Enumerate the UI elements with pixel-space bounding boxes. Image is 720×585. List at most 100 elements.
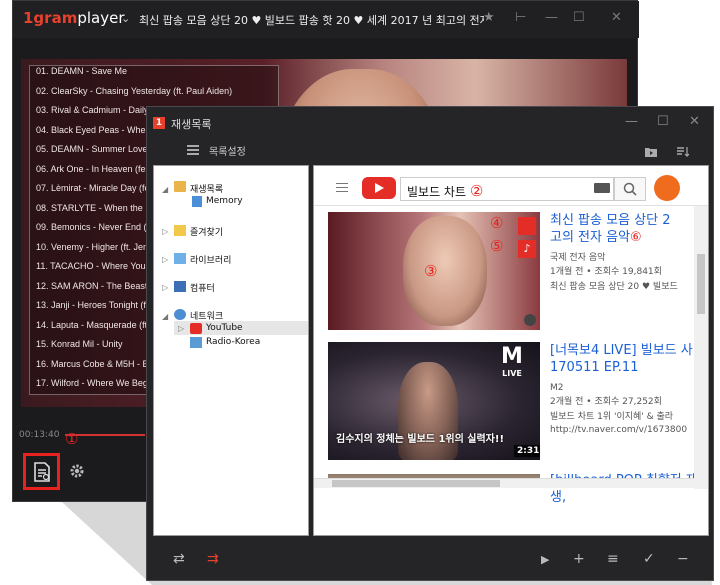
video-thumbnail[interactable]: ③ ④ ⑤ ♪ xyxy=(328,212,540,330)
app-logo: 1gramplayer xyxy=(23,9,124,27)
music-note-icon[interactable]: ♪ xyxy=(518,240,536,258)
star-icon[interactable]: ★ xyxy=(483,10,495,25)
expand-arrow-icon[interactable]: ▷ xyxy=(162,255,168,264)
network-icon xyxy=(174,309,186,320)
playlist-toolbar: 목록설정 xyxy=(147,139,713,165)
now-playing-title: 최신 팝송 모음 상단 20 ♥ 빌보드 팝송 핫 20 ♥ 세계 2017 년… xyxy=(139,14,484,27)
video-caption: 김수지의 정체는 빌보드 1위의 실력자!! xyxy=(336,434,505,445)
horizontal-scrollbar[interactable] xyxy=(314,478,694,488)
folder-play-icon[interactable] xyxy=(645,147,657,157)
check-icon[interactable]: ✓ xyxy=(643,551,655,567)
track-item[interactable]: 02. ClearSky - Chasing Yesterday (ft. Pa… xyxy=(30,86,278,106)
minimize-icon[interactable]: — xyxy=(625,114,638,129)
video-stats: 2개월 전 • 조회수 27,252회 xyxy=(550,397,662,407)
tree-item-memory[interactable]: Memory xyxy=(206,196,243,206)
search-input[interactable]: 빌보드 차트 ② xyxy=(400,177,614,201)
singer-image xyxy=(398,362,458,460)
hamburger-menu-icon[interactable] xyxy=(336,183,348,195)
video-title-line1: 최신 팝송 모음 상단 2 xyxy=(550,213,671,228)
logo-text-1gram: 1gram xyxy=(23,9,78,27)
repeat-icon[interactable]: ⇄ xyxy=(173,551,185,567)
remove-icon[interactable]: − xyxy=(677,551,689,567)
play-icon[interactable]: ▶ xyxy=(541,553,549,566)
tree-item-playlist[interactable]: 재생목록 xyxy=(190,182,223,195)
logo-text-player: player xyxy=(77,9,125,27)
memory-icon xyxy=(192,196,202,207)
horizontal-scroll-thumb[interactable] xyxy=(332,480,500,487)
playlist-folder-icon xyxy=(174,181,186,192)
maximize-icon[interactable]: ☐ xyxy=(573,10,585,25)
annotation-6: ⑥ xyxy=(630,230,642,245)
video-stats: 1개월 전 • 조회수 19,841회 xyxy=(550,267,662,277)
settings-button[interactable] xyxy=(68,462,88,482)
annotation-4: ④ xyxy=(490,214,504,232)
vertical-scroll-thumb[interactable] xyxy=(697,254,705,314)
video-title-line2: 고의 전자 음악 xyxy=(550,230,631,245)
channel-name[interactable]: M2 xyxy=(550,382,708,395)
video-description: 빌보드 차트 1위 '이지혜' & 출라 xyxy=(550,412,674,422)
maximize-icon[interactable]: ☐ xyxy=(657,114,669,129)
video-duration: 2:31 xyxy=(514,445,540,457)
annotation-3: ③ xyxy=(424,262,438,280)
list-settings-icon[interactable] xyxy=(187,145,199,155)
shuffle-icon[interactable]: ⇉ xyxy=(207,551,219,567)
player-titlebar[interactable]: 1gramplayer ⌄ 최신 팝송 모음 상단 20 ♥ 빌보드 팝송 핫 … xyxy=(13,1,639,38)
playlist-footer: ⇄ ⇉ ▶ + ≡ ✓ − xyxy=(147,537,713,581)
playlist-window: 1 재생목록 — ☐ ✕ 목록설정 ◢ 재생목록 Memory ▷ 즐겨찾기 ▷… xyxy=(146,106,714,581)
tree-item-favorites[interactable]: 즐겨찾기 xyxy=(190,225,223,238)
minimize-icon[interactable]: — xyxy=(545,10,558,25)
playlist-button[interactable] xyxy=(23,453,60,490)
expand-arrow-icon[interactable]: ▷ xyxy=(162,227,168,236)
thumbnail-face xyxy=(403,216,487,326)
sort-icon[interactable] xyxy=(677,146,689,158)
tree-item-radio[interactable]: Radio-Korea xyxy=(206,337,260,347)
mnet-live-logo: M LIVE xyxy=(488,344,536,394)
screenshot: 1gramplayer ⌄ 최신 팝송 모음 상단 20 ♥ 빌보드 팝송 핫 … xyxy=(0,0,720,585)
app-logo-icon: 1 xyxy=(153,117,165,129)
youtube-icon xyxy=(190,323,202,334)
youtube-logo[interactable] xyxy=(362,177,396,199)
video-link[interactable]: http://tv.naver.com/v/1673800 xyxy=(550,424,708,437)
track-item[interactable]: 01. DEAMN - Save Me xyxy=(30,66,278,86)
close-icon[interactable]: ✕ xyxy=(689,114,700,129)
window-title: 재생목록 xyxy=(171,118,212,131)
add-icon[interactable]: + xyxy=(573,551,585,567)
channel-name[interactable]: 국제 전자 음악 xyxy=(550,252,708,265)
youtube-browser: 빌보드 차트 ② ③ ④ ⑤ ♪ 최신 팝송 모음 상단 2 고의 전자 음악⑥ … xyxy=(313,165,709,536)
tree-item-youtube[interactable]: YouTube xyxy=(206,323,243,333)
video-title[interactable]: [너목보4 LIVE] 빌보드 사 170511 EP.11 xyxy=(550,342,708,376)
tree-item-computer[interactable]: 컴퓨터 xyxy=(190,281,215,294)
tree-item-library[interactable]: 라이브러리 xyxy=(190,253,231,266)
video-description: 최신 팝송 모음 상단 20 ♥ 빌보드 xyxy=(550,282,678,292)
vertical-scrollbar[interactable] xyxy=(694,206,708,489)
search-icon xyxy=(623,182,637,196)
keyboard-icon[interactable] xyxy=(594,183,610,193)
add-to-list-icon[interactable]: ≡ xyxy=(607,551,619,567)
annotation-2: ② xyxy=(469,182,484,200)
video-play-icon[interactable] xyxy=(518,217,536,235)
elapsed-time: 00:13:40 xyxy=(19,430,60,440)
playlist-file-icon xyxy=(33,461,50,482)
youtube-header: 빌보드 차트 ② xyxy=(314,166,708,206)
expand-arrow-icon[interactable]: ▷ xyxy=(178,324,184,333)
close-icon[interactable]: ✕ xyxy=(611,10,622,25)
radio-icon xyxy=(190,337,202,348)
collapse-arrow-icon[interactable]: ◢ xyxy=(162,185,168,194)
expand-arrow-icon[interactable]: ▷ xyxy=(162,283,168,292)
list-settings-label[interactable]: 목록설정 xyxy=(209,143,246,158)
video-title[interactable]: 최신 팝송 모음 상단 2 고의 전자 음악⑥ xyxy=(550,212,708,246)
live-label: LIVE xyxy=(502,369,522,378)
pin-icon[interactable]: ⊢ xyxy=(515,10,526,25)
playlist-tree: ◢ 재생목록 Memory ▷ 즐겨찾기 ▷ 라이브러리 ▷ 컴퓨터 ◢ 네트워… xyxy=(153,165,309,536)
annotation-5: ⑤ xyxy=(490,237,504,255)
gear-icon xyxy=(70,464,84,478)
library-icon xyxy=(174,253,186,264)
watch-later-icon[interactable] xyxy=(524,314,536,326)
playlist-titlebar[interactable]: 1 재생목록 — ☐ ✕ xyxy=(147,107,713,139)
avatar[interactable] xyxy=(654,175,680,201)
collapse-arrow-icon[interactable]: ◢ xyxy=(162,312,168,321)
favorites-folder-icon xyxy=(174,225,186,236)
chevron-down-icon[interactable]: ⌄ xyxy=(121,12,130,25)
search-button[interactable] xyxy=(614,177,646,201)
video-thumbnail[interactable]: M LIVE 김수지의 정체는 빌보드 1위의 실력자!! 2:31 xyxy=(328,342,540,460)
